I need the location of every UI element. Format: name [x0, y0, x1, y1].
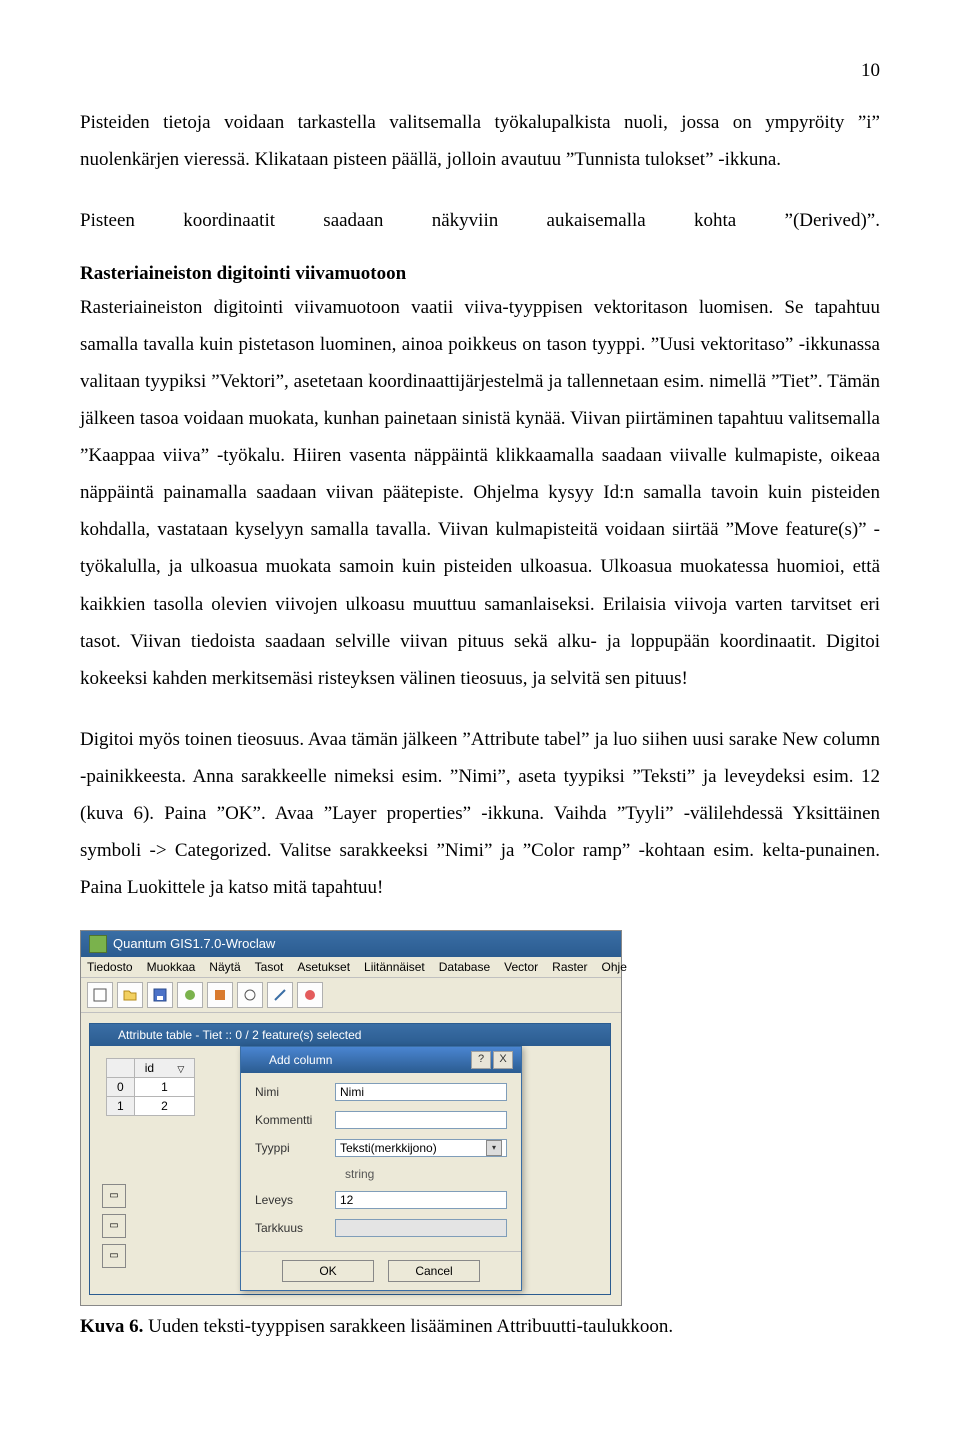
menu-item[interactable]: Asetukset	[297, 960, 350, 974]
attribute-table-title: Attribute table - Tiet :: 0 / 2 feature(…	[118, 1028, 361, 1042]
page-number: 10	[80, 60, 880, 82]
document-page: 10 Pisteiden tietoja voidaan tarkastella…	[0, 0, 960, 1378]
attribute-data-table: id ▽ 0 1 1 2	[106, 1058, 195, 1116]
dialog-title-text: Add column	[269, 1053, 332, 1067]
dialog-titlebar: Add column ? X	[241, 1047, 521, 1073]
attribute-table-left: id ▽ 0 1 1 2	[98, 1052, 195, 1268]
attribute-table-icon	[98, 1028, 112, 1042]
figure-caption: Kuva 6. Uuden teksti-tyyppisen sarakkeen…	[80, 1316, 880, 1338]
open-project-icon[interactable]	[117, 982, 143, 1008]
attribute-side-buttons: ▭ ▭ ▭	[102, 1184, 195, 1268]
select-tyyppi[interactable]: Teksti(merkkijono) ▾	[335, 1139, 507, 1157]
derived-line: Pisteen koordinaatit saadaan näkyviin au…	[80, 202, 880, 239]
dialog-icon	[249, 1053, 263, 1067]
menu-item[interactable]: Tasot	[255, 960, 284, 974]
derived-word: aukaisemalla	[547, 202, 646, 239]
qgis-app-icon	[89, 935, 107, 953]
cancel-button[interactable]: Cancel	[388, 1260, 480, 1282]
menu-item[interactable]: Database	[439, 960, 490, 974]
column-header-id[interactable]: id ▽	[134, 1058, 195, 1077]
toolbar-icon[interactable]	[177, 982, 203, 1008]
label-kommentti: Kommentti	[255, 1113, 335, 1127]
save-project-icon[interactable]	[147, 982, 173, 1008]
ok-button[interactable]: OK	[282, 1260, 374, 1282]
toolbar-icon[interactable]	[267, 982, 293, 1008]
new-project-icon[interactable]	[87, 982, 113, 1008]
row-index: 1	[107, 1096, 135, 1115]
menu-item[interactable]: Raster	[552, 960, 587, 974]
menu-item[interactable]: Liitännäiset	[364, 960, 425, 974]
input-tarkkuus	[335, 1219, 507, 1237]
label-tyyppi: Tyyppi	[255, 1141, 335, 1155]
toolbar-icon[interactable]	[207, 982, 233, 1008]
row-index: 0	[107, 1077, 135, 1096]
side-button[interactable]: ▭	[102, 1214, 126, 1238]
side-button[interactable]: ▭	[102, 1184, 126, 1208]
dialog-help-button[interactable]: ?	[471, 1051, 491, 1069]
qgis-menu-bar: Tiedosto Muokkaa Näytä Tasot Asetukset L…	[81, 957, 621, 978]
table-row[interactable]: 1 2	[107, 1096, 195, 1115]
menu-item[interactable]: Tiedosto	[87, 960, 133, 974]
column-header-label: id	[145, 1061, 154, 1075]
table-row[interactable]: 0 1	[107, 1077, 195, 1096]
derived-word: Pisteen	[80, 202, 135, 239]
select-tyyppi-value: Teksti(merkkijono)	[340, 1141, 437, 1155]
qgis-window: Quantum GIS1.7.0-Wroclaw Tiedosto Muokka…	[80, 930, 622, 1306]
derived-word: kohta	[694, 202, 736, 239]
dialog-body: Nimi Kommentti Tyyppi Teksti(merkkijono)…	[241, 1073, 521, 1251]
input-nimi[interactable]	[335, 1083, 507, 1101]
qgis-toolbar	[81, 978, 621, 1013]
figure-caption-label: Kuva 6.	[80, 1316, 143, 1337]
figure-caption-text: Uuden teksti-tyyppisen sarakkeen lisäämi…	[143, 1316, 673, 1337]
cell-id[interactable]: 1	[134, 1077, 195, 1096]
menu-item[interactable]: Näytä	[209, 960, 240, 974]
chevron-down-icon: ▾	[486, 1140, 502, 1156]
type-hint: string	[345, 1167, 507, 1181]
figure-6: Quantum GIS1.7.0-Wroclaw Tiedosto Muokka…	[80, 930, 880, 1306]
menu-item[interactable]: Vector	[504, 960, 538, 974]
menu-item[interactable]: Muokkaa	[147, 960, 196, 974]
attribute-table-window: Attribute table - Tiet :: 0 / 2 feature(…	[89, 1023, 611, 1295]
input-kommentti[interactable]	[335, 1111, 507, 1129]
derived-word: koordinaatit	[183, 202, 275, 239]
derived-word: näkyviin	[432, 202, 499, 239]
derived-word: saadaan	[323, 202, 383, 239]
qgis-title-text: Quantum GIS1.7.0-Wroclaw	[113, 936, 275, 951]
toolbar-icon[interactable]	[237, 982, 263, 1008]
label-nimi: Nimi	[255, 1085, 335, 1099]
toolbar-icon[interactable]	[297, 982, 323, 1008]
paragraph-3: Digitoi myös toinen tieosuus. Avaa tämän…	[80, 721, 880, 906]
attribute-table-titlebar: Attribute table - Tiet :: 0 / 2 feature(…	[90, 1024, 610, 1046]
input-leveys[interactable]	[335, 1191, 507, 1209]
dialog-close-button[interactable]: X	[493, 1051, 513, 1069]
qgis-titlebar: Quantum GIS1.7.0-Wroclaw	[81, 931, 621, 957]
sort-arrow-icon: ▽	[177, 1064, 184, 1074]
derived-word: ”(Derived)”.	[785, 202, 880, 239]
side-button[interactable]: ▭	[102, 1244, 126, 1268]
dialog-footer: OK Cancel	[241, 1251, 521, 1290]
paragraph-2: Rasteriaineiston digitointi viivamuotoon…	[80, 289, 880, 697]
label-leveys: Leveys	[255, 1193, 335, 1207]
menu-item[interactable]: Ohje	[602, 960, 627, 974]
label-tarkkuus: Tarkkuus	[255, 1221, 335, 1235]
cell-id[interactable]: 2	[134, 1096, 195, 1115]
section-heading: Rasteriaineiston digitointi viivamuotoon	[80, 263, 880, 285]
paragraph-1: Pisteiden tietoja voidaan tarkastella va…	[80, 104, 880, 178]
table-corner	[107, 1058, 135, 1077]
add-column-dialog: Add column ? X Nimi Kommentti	[240, 1046, 522, 1291]
